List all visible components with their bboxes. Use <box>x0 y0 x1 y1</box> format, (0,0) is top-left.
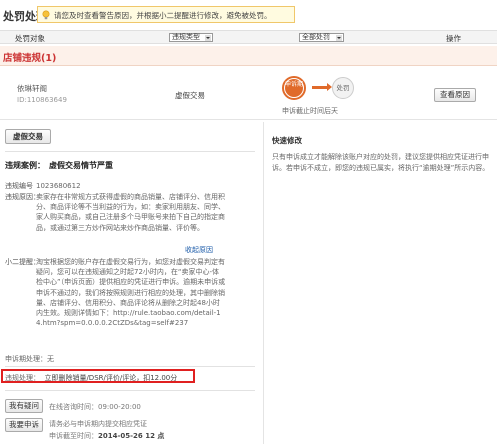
appeal-deadline: 申诉截至时间：2014-05-26 12 点 <box>49 432 165 440</box>
flow-caption: 申诉截止时间后天 <box>282 107 338 115</box>
penalty-row: 违规处理： 立即删除销量/DSR/评价/评论，扣12.00分 <box>5 374 178 382</box>
seller-id: ID:110863649 <box>17 96 67 104</box>
reminder-row: 小二提醒： 淘宝根据您的账户存在虚假交易行为，如您对虚假交易判定有疑问，您可以在… <box>5 258 226 328</box>
violation-type: 虚假交易 <box>175 91 205 100</box>
status-value: 全部处罚 <box>302 33 330 41</box>
violation-type-select[interactable]: 违规类型 <box>169 33 213 42</box>
filter-object-label: 处罚对象 <box>15 34 45 43</box>
question-button[interactable]: 我有疑问 <box>5 399 43 413</box>
quick-fix-title: 快速修改 <box>272 136 302 145</box>
view-reason-button[interactable]: 查看原因 <box>434 88 476 102</box>
seller-name: 依琳轩阁 <box>17 84 47 93</box>
collapse-reason-link[interactable]: 收起原因 <box>185 245 213 255</box>
operation-header: 操作 <box>446 34 461 43</box>
top-bar: 处罚处理 请您及时查看警告原因，并根据小二提醒进行修改，避免被处罚。 <box>0 0 497 30</box>
chevron-down-icon <box>336 35 342 41</box>
appeal-button[interactable]: 我要申诉 <box>5 418 43 432</box>
detail-panel: 虚假交易 违规案例： 虚假交易情节严重 违规编号 1023680612 违规原因：… <box>0 122 263 444</box>
quick-fix-panel: 快速修改 只有申诉成立才能解除该账户对应的处罚，建议您提供相应凭证进行申诉。若申… <box>263 122 497 444</box>
appeal-stage-node: 申诉期 <box>282 76 306 100</box>
violation-type-value: 违规类型 <box>172 33 200 41</box>
appeal-result: 申诉期处理：无 <box>5 355 54 363</box>
punish-stage-node: 处罚 <box>332 77 354 99</box>
notice-text: 请您及时查看警告原因，并根据小二提醒进行修改，避免被处罚。 <box>54 11 272 20</box>
divider <box>5 390 255 391</box>
violation-reason-row: 违规原因： 卖家存在非常规方式获得虚假的商品销量、店铺评分、信用积分、商品评论等… <box>5 193 225 232</box>
status-select[interactable]: 全部处罚 <box>299 33 344 42</box>
case-heading: 违规案例： 虚假交易情节严重 <box>5 161 113 170</box>
notice-banner: 请您及时查看警告原因，并根据小二提醒进行修改，避免被处罚。 <box>37 6 295 23</box>
divider <box>5 366 255 367</box>
online-time: 在线咨询时间：09:00-20:00 <box>49 403 141 411</box>
section-title: 店铺违规(1) <box>3 53 57 64</box>
store-violation-section: 店铺违规(1) <box>0 46 497 66</box>
case-row: 依琳轩阁 ID:110863649 虚假交易 申诉期 处罚 申诉截止时间后天 查… <box>0 66 497 120</box>
appeal-note: 请务必与申诉期内提交相应凭证 <box>49 420 147 428</box>
arrow-right-icon <box>312 83 332 91</box>
process-flow: 申诉期 处罚 申诉截止时间后天 <box>282 74 372 120</box>
filter-bar: 处罚对象 违规类型 全部处罚 操作 <box>0 30 497 44</box>
violation-id-row: 违规编号 1023680612 <box>5 182 81 190</box>
lightbulb-icon <box>42 10 50 20</box>
quick-fix-text: 只有申诉成立才能解除该账户对应的处罚，建议您提供相应凭证进行申诉。若申诉不成立，… <box>272 153 490 172</box>
chevron-down-icon <box>205 35 211 41</box>
divider <box>5 151 255 152</box>
tab-false-trade[interactable]: 虚假交易 <box>5 129 51 144</box>
